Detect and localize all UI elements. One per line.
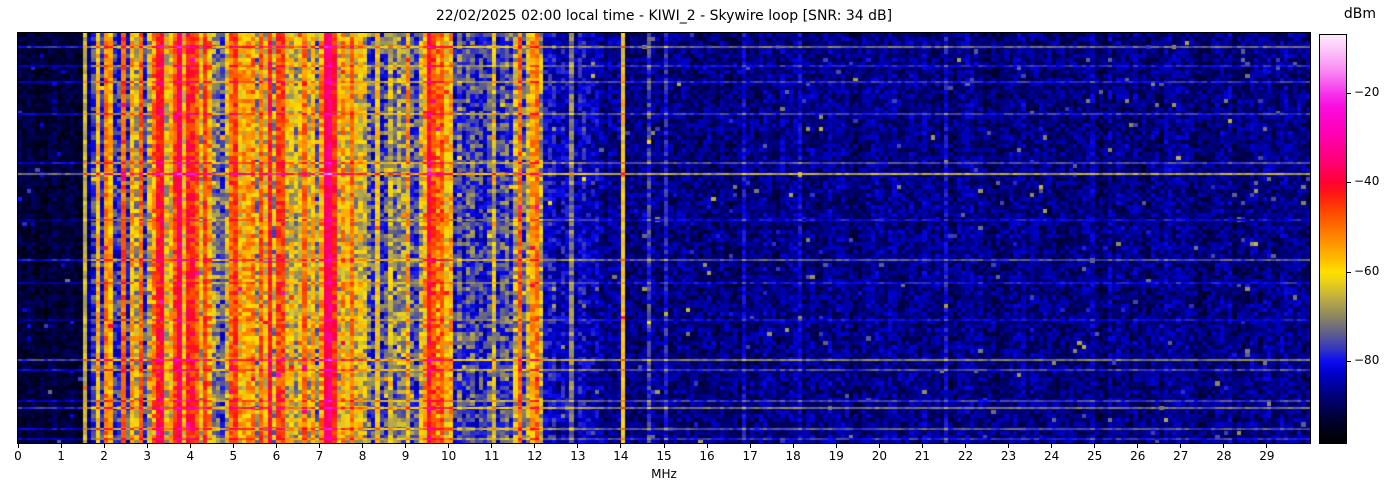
x-tick-mark — [276, 444, 277, 448]
x-tick-mark — [405, 444, 406, 448]
colorbar-tick-mark — [1347, 361, 1351, 362]
x-tick-label: 12 — [520, 449, 550, 463]
x-tick-label: 20 — [864, 449, 894, 463]
x-tick-mark — [577, 444, 578, 448]
colorbar-unit-label: dBm — [1332, 6, 1388, 22]
x-tick-label: 1 — [46, 449, 76, 463]
x-tick-mark — [879, 444, 880, 448]
x-tick-label: 29 — [1252, 449, 1282, 463]
x-tick-mark — [922, 444, 923, 448]
spectrogram-canvas — [17, 32, 1311, 444]
x-tick-label: 9 — [391, 449, 421, 463]
colorbar-tick-label: −20 — [1354, 85, 1394, 99]
colorbar-tick-mark — [1347, 182, 1351, 183]
x-tick-mark — [707, 444, 708, 448]
x-tick-label: 19 — [821, 449, 851, 463]
x-tick-mark — [491, 444, 492, 448]
x-tick-mark — [965, 444, 966, 448]
x-tick-mark — [1223, 444, 1224, 448]
x-tick-label: 5 — [218, 449, 248, 463]
x-tick-label: 18 — [778, 449, 808, 463]
x-tick-label: 23 — [994, 449, 1024, 463]
x-tick-mark — [620, 444, 621, 448]
x-tick-mark — [18, 444, 19, 448]
x-tick-label: 2 — [89, 449, 119, 463]
x-tick-mark — [836, 444, 837, 448]
x-tick-mark — [1266, 444, 1267, 448]
colorbar-tick-mark — [1347, 93, 1351, 94]
x-tick-mark — [147, 444, 148, 448]
x-tick-label: 25 — [1080, 449, 1110, 463]
x-tick-label: 10 — [434, 449, 464, 463]
x-tick-mark — [534, 444, 535, 448]
x-tick-mark — [793, 444, 794, 448]
x-tick-mark — [448, 444, 449, 448]
colorbar-tick-label: −80 — [1354, 353, 1394, 367]
x-tick-mark — [1051, 444, 1052, 448]
x-tick-label: 14 — [606, 449, 636, 463]
x-tick-label: 27 — [1166, 449, 1196, 463]
x-tick-label: 15 — [649, 449, 679, 463]
x-tick-mark — [61, 444, 62, 448]
x-tick-mark — [1094, 444, 1095, 448]
x-tick-mark — [1137, 444, 1138, 448]
x-tick-mark — [664, 444, 665, 448]
colorbar-tick-mark — [1347, 272, 1351, 273]
colorbar-canvas — [1319, 34, 1347, 444]
x-tick-mark — [233, 444, 234, 448]
x-tick-mark — [104, 444, 105, 448]
x-tick-label: 28 — [1209, 449, 1239, 463]
x-tick-label: 4 — [175, 449, 205, 463]
chart-title: 22/02/2025 02:00 local time - KIWI_2 - S… — [18, 8, 1310, 24]
x-tick-mark — [1008, 444, 1009, 448]
x-tick-label: 26 — [1123, 449, 1153, 463]
x-tick-label: 3 — [132, 449, 162, 463]
colorbar-tick-label: −40 — [1354, 174, 1394, 188]
x-tick-label: 22 — [950, 449, 980, 463]
x-tick-label: 6 — [261, 449, 291, 463]
x-tick-label: 17 — [735, 449, 765, 463]
x-tick-mark — [319, 444, 320, 448]
x-tick-label: 7 — [304, 449, 334, 463]
x-tick-label: 21 — [907, 449, 937, 463]
x-tick-mark — [190, 444, 191, 448]
x-tick-label: 8 — [348, 449, 378, 463]
x-tick-mark — [750, 444, 751, 448]
x-tick-label: 16 — [692, 449, 722, 463]
x-tick-mark — [1180, 444, 1181, 448]
x-tick-label: 13 — [563, 449, 593, 463]
colorbar-tick-label: −60 — [1354, 264, 1394, 278]
x-tick-label: 0 — [3, 449, 33, 463]
x-tick-label: 24 — [1037, 449, 1067, 463]
x-axis-label: MHz — [18, 467, 1310, 481]
spectrogram-figure: 22/02/2025 02:00 local time - KIWI_2 - S… — [0, 0, 1400, 500]
x-tick-mark — [362, 444, 363, 448]
x-tick-label: 11 — [477, 449, 507, 463]
